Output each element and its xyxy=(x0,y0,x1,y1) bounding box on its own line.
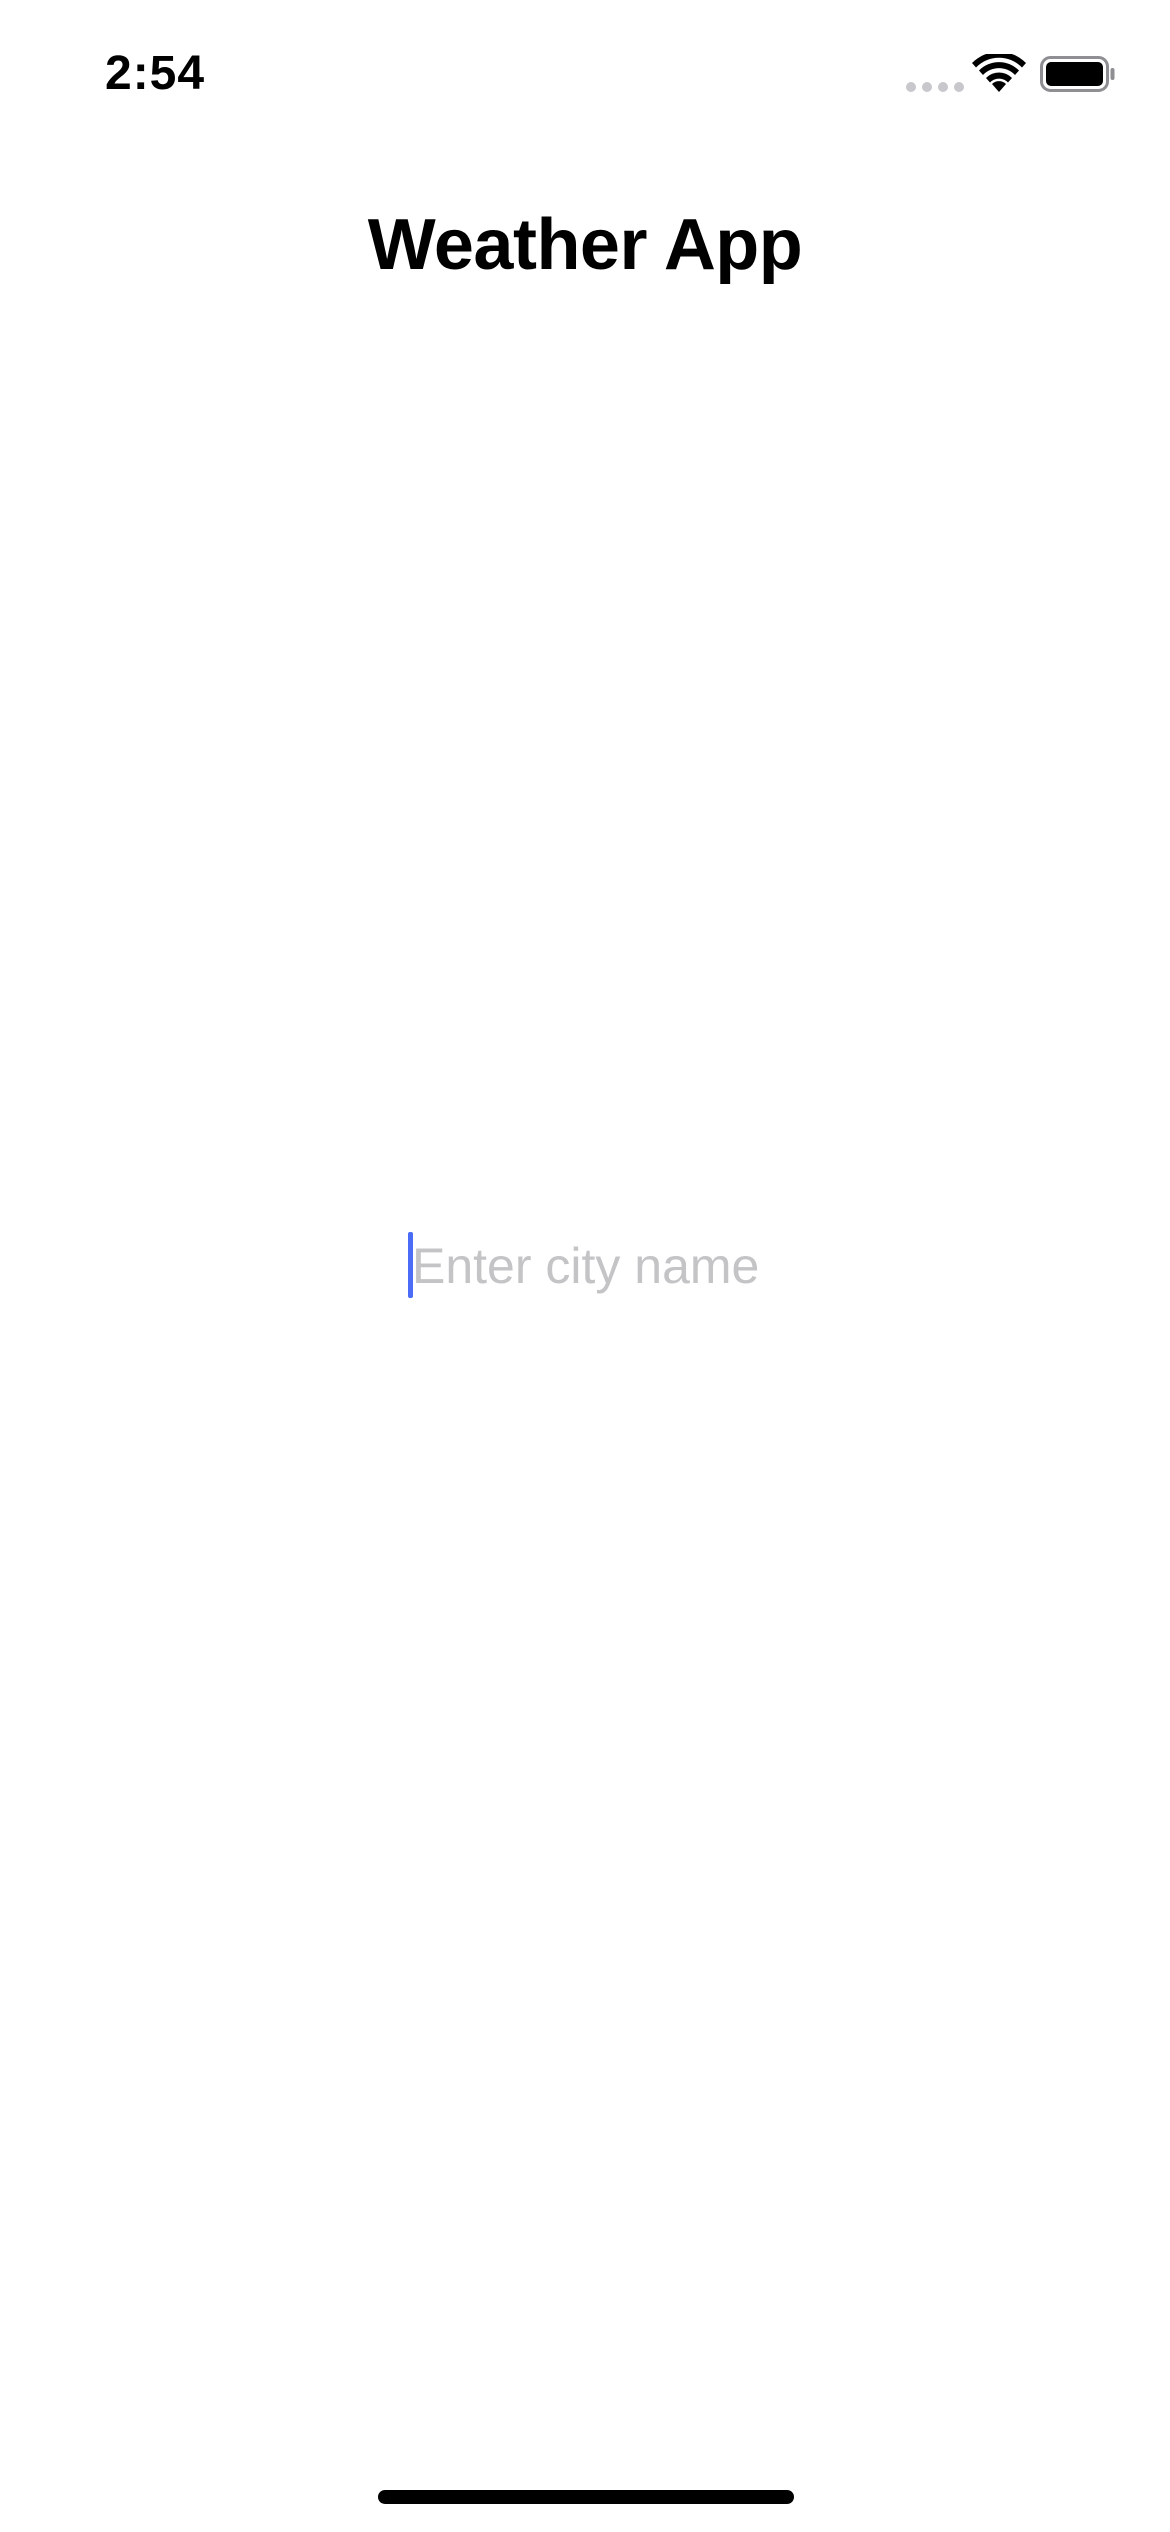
wifi-icon xyxy=(972,54,1026,92)
city-name-input[interactable] xyxy=(412,1230,802,1302)
home-indicator[interactable] xyxy=(378,2490,794,2504)
status-bar: 2:54 xyxy=(0,0,1170,150)
battery-icon xyxy=(1040,56,1115,92)
cellular-signal-icon xyxy=(906,78,964,94)
page-title: Weather App xyxy=(367,205,803,285)
status-time: 2:54 xyxy=(105,47,206,100)
city-search-field[interactable] xyxy=(408,1230,808,1302)
